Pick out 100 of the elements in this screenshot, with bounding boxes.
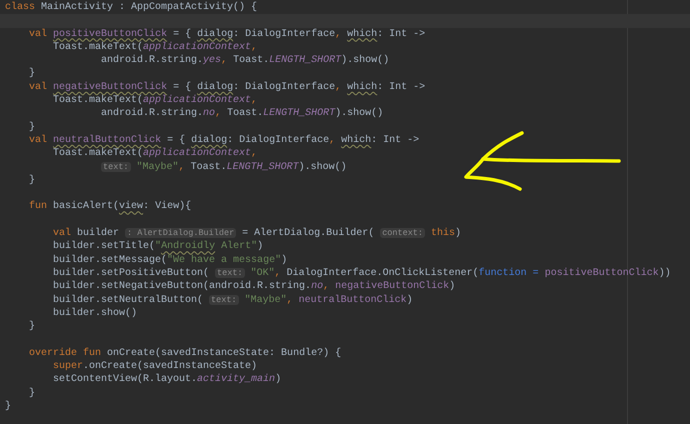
code-text: : DialogInterface [227, 134, 330, 146]
keyword-token: , [251, 42, 258, 53]
code-text: } [5, 400, 12, 412]
code-text: which [347, 28, 378, 40]
code-text: ).show() [341, 55, 390, 66]
parameter-hint: context: [380, 228, 426, 238]
code-text: builder.setPositiveButton( [53, 268, 210, 279]
identifier-token: yes [203, 55, 222, 66]
code-text: .onCreate(savedInstanceState) [83, 361, 258, 372]
keyword-token: val [29, 28, 48, 40]
code-text: : Int -> [377, 82, 426, 93]
code-text: view [119, 201, 144, 212]
code-text: } [29, 321, 36, 332]
code-text: dialog [197, 82, 234, 93]
parameter-hint: text: [101, 162, 131, 172]
code-text: DialogInterface.OnClickListener( [286, 268, 479, 279]
code-text: builder.setNeutralButton( [53, 294, 204, 306]
code-text: : View){ [143, 201, 192, 212]
code-text: android.R.string. [101, 55, 204, 66]
code-text: basicAlert( [52, 201, 120, 212]
keyword-token: , [215, 108, 222, 120]
code-text: ) [275, 374, 282, 386]
parameter-hint: : AlertDialog.Builder [125, 228, 236, 238]
identifier-token: neutralButtonClick [298, 294, 407, 306]
string-literal: " [155, 241, 162, 252]
identifier-token: applicationContext [143, 95, 252, 106]
code-text: onCreate(savedInstanceState: Bundle?) { [106, 348, 342, 359]
identifier-token: applicationContext [143, 42, 252, 53]
code-text: } [29, 122, 36, 133]
keyword-token: , [329, 134, 336, 146]
code-text: Toast.makeText( [53, 148, 144, 160]
keyword-token: , [286, 294, 293, 306]
string-literal: "Maybe" [244, 294, 287, 306]
code-text: ) [281, 254, 288, 266]
keyword-token: val [53, 228, 72, 240]
code-text: dialog [197, 28, 234, 40]
identifier-token: positiveButtonClick [544, 268, 659, 279]
code-text: ) [257, 241, 264, 252]
identifier-token: neutralButtonClick [53, 134, 162, 146]
identifier-token: negativeButtonClick [335, 281, 450, 292]
code-text: Toast. [232, 55, 270, 66]
parameter-hint: text: [215, 268, 245, 278]
code-text: setContentView(R.layout. [53, 374, 198, 386]
code-text: = { [172, 82, 192, 93]
code-text: : DialogInterface [233, 82, 336, 93]
identifier-token: LENGTH_SHORT [263, 108, 336, 120]
code-text: = { [172, 28, 192, 40]
code-text: Toast. [190, 162, 227, 173]
identifier-token: activity_main [197, 374, 276, 386]
code-text: builder.setMessage( [53, 254, 168, 266]
code-text: builder [76, 228, 120, 240]
keyword-token: super [53, 361, 84, 372]
code-text: = AlertDialog.Builder( [241, 228, 376, 240]
keyword-token: , [251, 95, 258, 106]
keyword-token: , [221, 55, 228, 66]
keyword-token: , [335, 82, 342, 93]
keyword-token: , [274, 268, 281, 279]
keyword-token: this [431, 228, 456, 240]
identifier-token: LENGTH_SHORT [269, 55, 342, 66]
string-literal: "OK" [250, 268, 275, 279]
code-text: which [341, 134, 372, 146]
code-text: Toast.makeText( [53, 95, 144, 106]
code-text: ) [449, 281, 456, 292]
code-text: } [29, 68, 36, 80]
identifier-token: applicationContext [143, 148, 252, 160]
code-text: Toast.makeText( [53, 42, 144, 53]
named-argument: function = [478, 268, 539, 279]
keyword-token: fun [29, 201, 48, 212]
keyword-token: , [251, 148, 258, 160]
keyword-token: class [5, 2, 36, 13]
code-text: : DialogInterface [233, 28, 336, 40]
code-text: = { [166, 134, 186, 146]
keyword-token: , [178, 162, 185, 173]
code-text: which [347, 82, 378, 93]
parameter-hint: text: [209, 294, 239, 305]
code-text: builder.setTitle( [53, 241, 156, 252]
code-text: } [29, 388, 36, 399]
code-text: Toast. [226, 108, 264, 120]
code-text: : Int -> [371, 134, 420, 146]
code-text: )) [658, 268, 671, 279]
code-text: builder.setNegativeButton(android.R.string. [53, 281, 312, 292]
keyword-token: val [29, 82, 48, 93]
code-text: dialog [191, 134, 228, 146]
code-text: : Int -> [377, 28, 426, 40]
identifier-token: positiveButtonClick [53, 28, 168, 40]
string-literal: "Maybe" [136, 162, 179, 173]
identifier-token: negativeButtonClick [53, 82, 168, 93]
string-literal: Androidly [161, 241, 216, 252]
code-text: builder.show() [53, 308, 138, 319]
identifier-token: no [311, 281, 324, 292]
keyword-token: , [335, 28, 342, 40]
keyword-token: , [323, 281, 330, 292]
code-text: ).show() [335, 108, 384, 120]
keyword-token: val [29, 134, 48, 146]
string-literal: "We have a message" [167, 254, 282, 266]
code-text: ).show() [298, 162, 347, 173]
keyword-token: override fun [29, 348, 102, 359]
code-text: android.R.string. [101, 108, 204, 120]
identifier-token: LENGTH_SHORT [226, 162, 299, 173]
code-text: MainActivity : AppCompatActivity() { [40, 2, 258, 13]
